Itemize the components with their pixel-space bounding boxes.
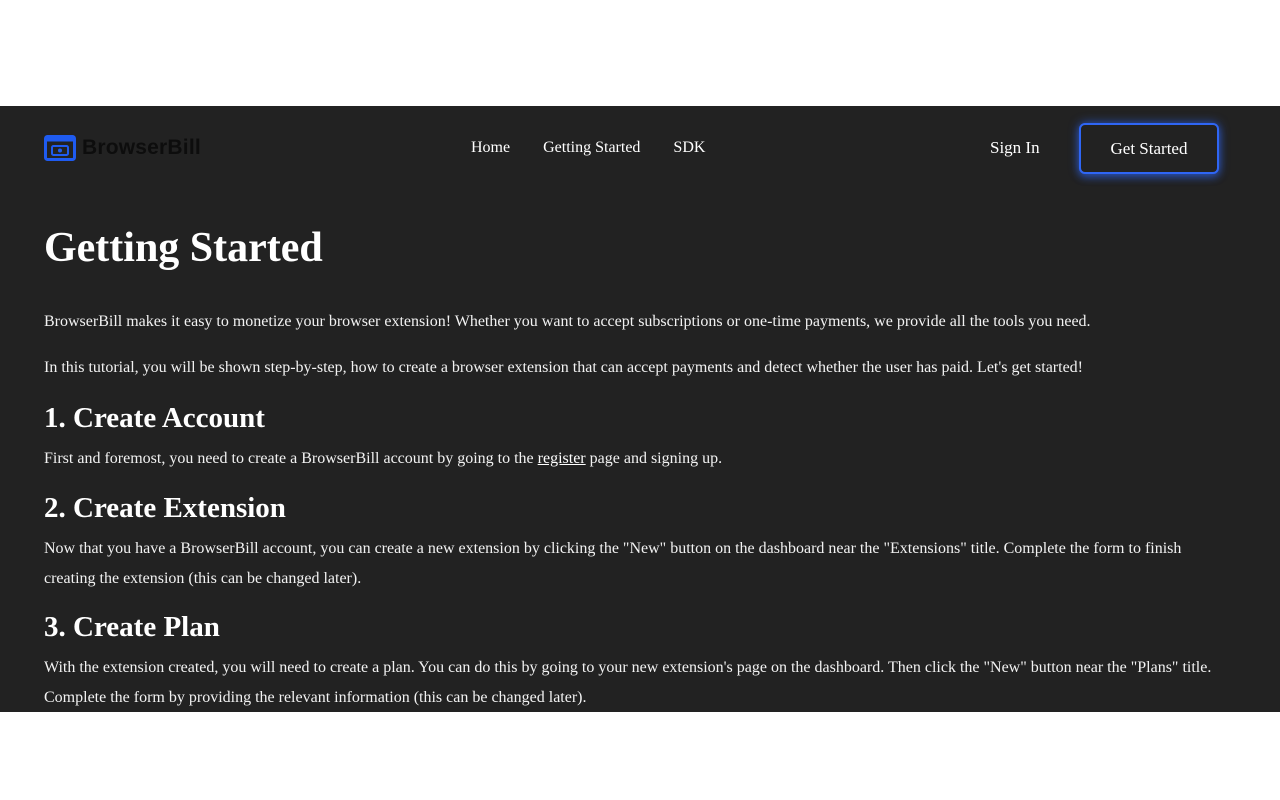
brand-link[interactable]: BrowserBill [44,134,201,162]
account-text-before: First and foremost, you need to create a… [44,450,538,467]
section-heading-create-extension: 2. Create Extension [44,492,286,524]
nav-sdk-link[interactable]: SDK [673,137,705,159]
page-title: Getting Started [44,225,323,271]
browser-billing-icon [44,135,76,161]
section-text-create-account: First and foremost, you need to create a… [44,444,1214,474]
intro-paragraph-2: In this tutorial, you will be shown step… [44,359,1083,376]
get-started-button[interactable]: Get Started [1079,123,1219,174]
page-frame: BrowserBill Home Getting Started SDK Sig… [0,106,1280,712]
section-heading-create-account: 1. Create Account [44,402,265,434]
sign-in-link[interactable]: Sign In [990,137,1040,159]
intro-paragraph-1: BrowserBill makes it easy to monetize yo… [44,313,1091,330]
main-nav: Home Getting Started SDK [471,137,705,159]
register-link[interactable]: register [538,450,586,467]
account-text-after: page and signing up. [585,450,723,467]
nav-getting-started-link[interactable]: Getting Started [543,137,640,159]
navbar: BrowserBill Home Getting Started SDK Sig… [0,106,1280,190]
section-text-create-extension: Now that you have a BrowserBill account,… [44,540,1182,587]
brand-name: BrowserBill [82,136,201,159]
section-text-create-plan: With the extension created, you will nee… [44,659,1212,706]
section-heading-create-plan: 3. Create Plan [44,611,220,643]
nav-home-link[interactable]: Home [471,137,510,159]
